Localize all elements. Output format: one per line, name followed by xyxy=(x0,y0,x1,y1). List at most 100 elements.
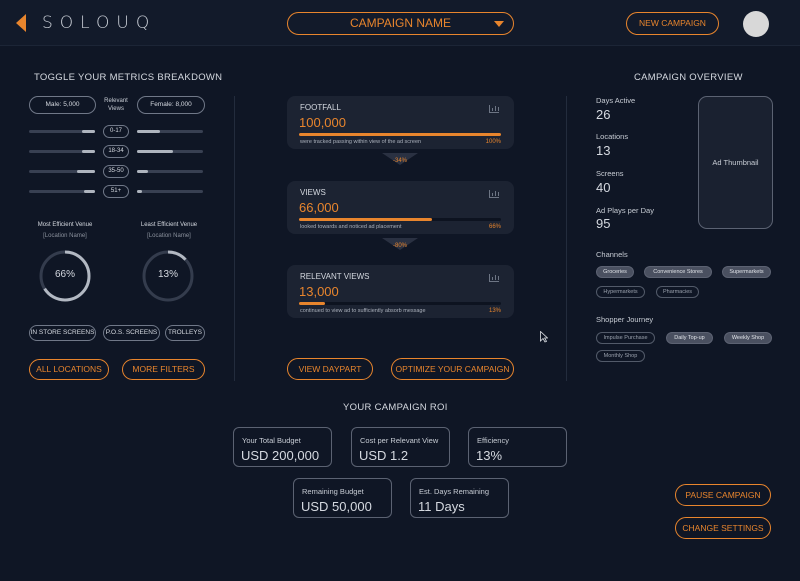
age-group-label[interactable]: 0-17 xyxy=(103,125,129,138)
roi-label: Efficiency xyxy=(477,436,509,445)
journey-daily-top-up[interactable]: Daily Top-up xyxy=(666,332,713,344)
filter-pos-screens[interactable]: P.O.S. SCREENS xyxy=(103,325,160,341)
ad-thumbnail[interactable]: Ad Thumbnail xyxy=(698,96,773,229)
female-slider-fill xyxy=(137,130,160,133)
channels-label: Channels xyxy=(596,250,628,259)
funnel-percent: 66% xyxy=(488,224,501,230)
male-slider-fill xyxy=(82,150,95,153)
female-slider-track[interactable] xyxy=(137,150,203,153)
days-active-label: Days Active xyxy=(596,96,636,105)
all-locations-button[interactable]: ALL LOCATIONS xyxy=(29,359,109,380)
female-slider-fill xyxy=(137,170,148,173)
funnel-percent: 13% xyxy=(488,308,501,314)
male-slider-track[interactable] xyxy=(29,170,95,173)
journey-weekly-shop[interactable]: Weekly Shop xyxy=(724,332,772,344)
roi-efficiency: Efficiency 13% xyxy=(468,427,567,467)
ad-plays-label: Ad Plays per Day xyxy=(596,206,654,215)
most-efficient-percent: 66% xyxy=(54,269,75,280)
pause-campaign-button[interactable]: PAUSE CAMPAIGN xyxy=(675,484,771,506)
funnel-bar-fill xyxy=(299,218,433,221)
male-toggle[interactable]: Male: 5,000 xyxy=(29,96,96,114)
male-slider-fill xyxy=(82,130,95,133)
filter-trolleys[interactable]: TROLLEYS xyxy=(165,325,205,341)
journey-monthly-shop[interactable]: Monthly Shop xyxy=(596,350,645,362)
roi-label: Est. Days Remaining xyxy=(419,487,490,496)
funnel-drop-1: -34% xyxy=(392,158,407,164)
campaign-name: CAMPAIGN NAME xyxy=(349,16,452,30)
journey-impulse-purchase[interactable]: Impulse Purchase xyxy=(596,332,655,344)
screens-value: 40 xyxy=(596,180,611,195)
funnel-bar-fill xyxy=(299,302,326,305)
days-active-value: 26 xyxy=(596,107,611,122)
least-efficient-title: Least Efficient Venue xyxy=(140,222,198,228)
locations-label: Locations xyxy=(596,132,629,141)
male-slider-track[interactable] xyxy=(29,190,95,193)
cursor-icon xyxy=(540,331,548,343)
avatar[interactable] xyxy=(743,11,769,37)
roi-value: USD 200,000 xyxy=(241,448,320,463)
funnel-bar xyxy=(299,302,501,305)
most-efficient-location: [Location Name] xyxy=(43,233,87,239)
age-group-label[interactable]: 51+ xyxy=(103,185,129,198)
locations-value: 13 xyxy=(596,143,611,158)
overview-title: CAMPAIGN OVERVIEW xyxy=(634,72,743,83)
roi-label: Remaining Budget xyxy=(302,487,364,496)
divider-left xyxy=(234,96,235,381)
female-slider-fill xyxy=(137,150,173,153)
male-slider-fill xyxy=(77,170,95,173)
logo-icon xyxy=(16,14,26,32)
channel-convenience-stores[interactable]: Convenience Stores xyxy=(644,266,712,278)
campaign-select[interactable]: CAMPAIGN NAME xyxy=(287,12,514,35)
funnel-value: 66,000 xyxy=(299,200,339,215)
roi-remaining-budget: Remaining Budget USD 50,000 xyxy=(293,478,392,518)
funnel-description: were tracked passing within view of the … xyxy=(300,139,422,145)
channel-pharmacies[interactable]: Pharmacies xyxy=(656,286,699,298)
age-group-label[interactable]: 18-34 xyxy=(103,145,129,158)
male-slider-track[interactable] xyxy=(29,130,95,133)
view-daypart-button[interactable]: VIEW DAYPART xyxy=(287,358,373,380)
least-efficient-percent: 13% xyxy=(157,269,178,280)
change-settings-button[interactable]: CHANGE SETTINGS xyxy=(675,517,771,539)
new-campaign-button[interactable]: NEW CAMPAIGN xyxy=(626,12,719,35)
filter-in-store-screens[interactable]: IN STORE SCREENS xyxy=(29,325,96,341)
female-slider-track[interactable] xyxy=(137,190,203,193)
female-slider-track[interactable] xyxy=(137,130,203,133)
female-slider-track[interactable] xyxy=(137,170,203,173)
funnel-bar xyxy=(299,133,501,136)
age-group-label[interactable]: 35-50 xyxy=(103,165,129,178)
funnel-views: VIEWS 66,000 looked towards and noticed … xyxy=(287,181,514,234)
funnel-drop-2: -80% xyxy=(392,243,407,249)
funnel-title: RELEVANT VIEWS xyxy=(300,272,370,281)
funnel-title: FOOTFALL xyxy=(300,103,341,112)
funnel-description: continued to view ad to sufficiently abs… xyxy=(300,308,426,314)
roi-days-remaining: Est. Days Remaining 11 Days xyxy=(410,478,509,518)
ad-thumbnail-label: Ad Thumbnail xyxy=(712,158,759,167)
roi-cost-per-view: Cost per Relevant View USD 1.2 xyxy=(351,427,450,467)
female-toggle[interactable]: Female: 8,000 xyxy=(137,96,205,114)
chevron-down-icon xyxy=(494,21,504,27)
most-efficient-title: Most Efficient Venue xyxy=(37,222,93,228)
male-slider-fill xyxy=(84,190,95,193)
channel-hypermarkets[interactable]: Hypermarkets xyxy=(596,286,645,298)
roi-value: USD 50,000 xyxy=(301,499,372,514)
roi-value: 13% xyxy=(476,448,503,463)
funnel-relevant-views: RELEVANT VIEWS 13,000 continued to view … xyxy=(287,265,514,318)
female-slider-fill xyxy=(137,190,142,193)
roi-value: 11 Days xyxy=(418,499,465,514)
ad-plays-value: 95 xyxy=(596,216,611,231)
channel-supermarkets[interactable]: Supermarkets xyxy=(722,266,771,278)
funnel-value: 100,000 xyxy=(299,115,346,130)
roi-title: YOUR CAMPAIGN ROI xyxy=(343,402,448,413)
bar-chart-icon[interactable] xyxy=(489,105,499,113)
metrics-title: TOGGLE YOUR METRICS BREAKDOWN xyxy=(34,72,223,83)
bar-chart-icon[interactable] xyxy=(489,190,499,198)
male-slider-track[interactable] xyxy=(29,150,95,153)
roi-total-budget: Your Total Budget USD 200,000 xyxy=(233,427,332,467)
optimize-campaign-button[interactable]: OPTIMIZE YOUR CAMPAIGN xyxy=(391,358,514,380)
channel-groceries[interactable]: Groceries xyxy=(596,266,634,278)
funnel-footfall: FOOTFALL 100,000 were tracked passing wi… xyxy=(287,96,514,149)
bar-chart-icon[interactable] xyxy=(489,274,499,282)
more-filters-button[interactable]: MORE FILTERS xyxy=(122,359,205,380)
funnel-value: 13,000 xyxy=(299,284,339,299)
funnel-bar xyxy=(299,218,501,221)
